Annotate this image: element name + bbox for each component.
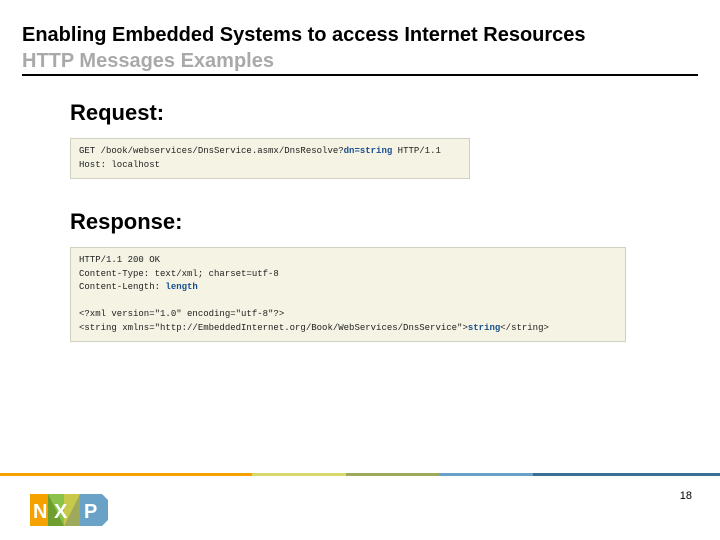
page-number: 18 [680,490,692,502]
slide-subtitle: HTTP Messages Examples [22,48,698,76]
footer-bar-darkblue [533,473,720,476]
footer-bar-blue [439,473,533,476]
request-code-block: GET /book/webservices/DnsService.asmx/Dn… [70,138,470,179]
request-line2: Host: localhost [79,160,160,170]
request-line1-post: HTTP/1.1 [392,146,441,156]
footer-bar-orange [0,473,252,476]
response-line1: HTTP/1.1 200 OK [79,255,160,265]
response-label: Response: [70,209,698,235]
response-line3-length: length [165,282,197,292]
response-line6-post: </string> [500,323,549,333]
response-line5: <?xml version="1.0" encoding="utf-8"?> [79,309,284,319]
response-line2: Content-Type: text/xml; charset=utf-8 [79,269,279,279]
request-line1-pre: GET /book/webservices/DnsService.asmx/Dn… [79,146,344,156]
response-line3-pre: Content-Length: [79,282,165,292]
nxp-logo: N X P [30,494,108,526]
svg-text:X: X [54,501,68,523]
svg-text:N: N [33,501,47,523]
slide-header: Enabling Embedded Systems to access Inte… [0,0,720,82]
request-label: Request: [70,100,698,126]
footer-color-bar [0,473,720,476]
slide-title: Enabling Embedded Systems to access Inte… [22,22,698,48]
request-line1-querystring: dn=string [344,146,393,156]
slide-content: Request: GET /book/webservices/DnsServic… [0,82,720,342]
footer-bar-green [346,473,440,476]
response-code-block: HTTP/1.1 200 OK Content-Type: text/xml; … [70,247,626,342]
footer-bar-yellow [252,473,346,476]
response-line6-pre: <string xmlns="http://EmbeddedInternet.o… [79,323,468,333]
response-line6-value: string [468,323,500,333]
svg-text:P: P [84,501,97,523]
